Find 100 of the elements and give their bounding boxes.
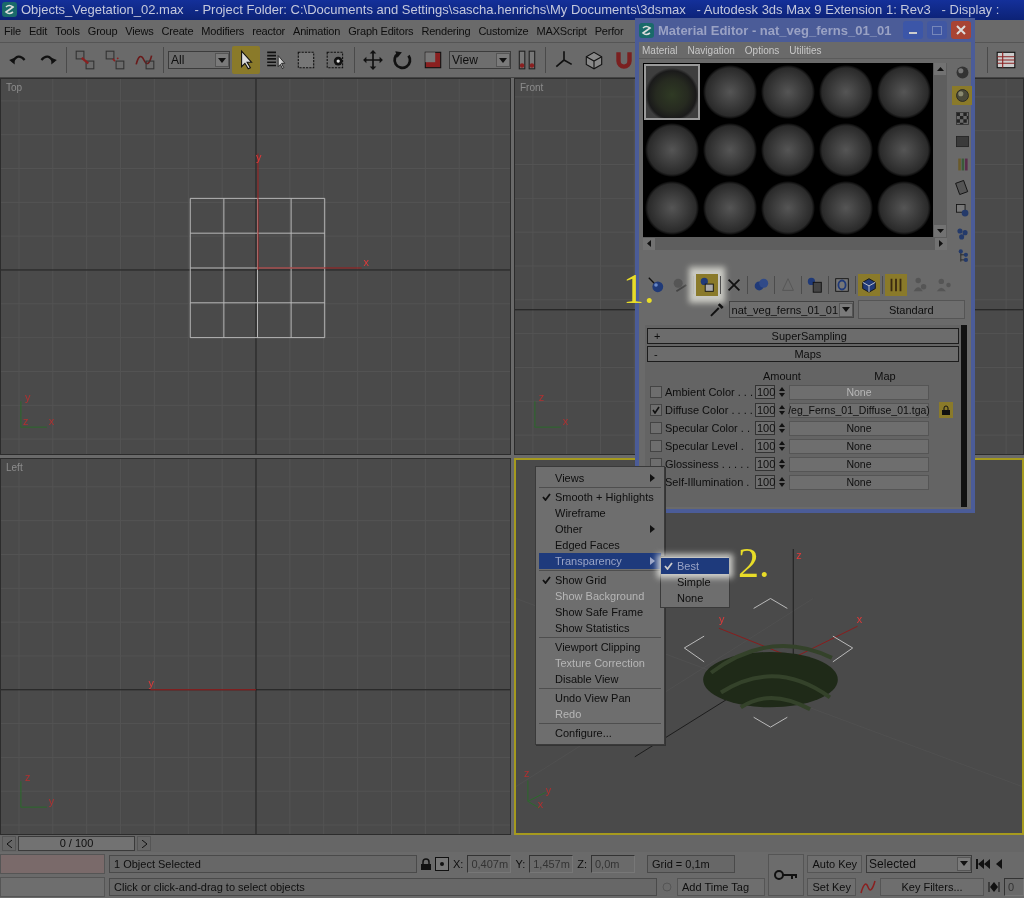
menu-item[interactable]: Configure... [539, 725, 661, 741]
plane-wireframe[interactable] [189, 198, 326, 339]
menu-item[interactable]: Views [539, 470, 661, 486]
menu-item[interactable]: Views [125, 24, 154, 37]
checker-cube-button[interactable] [858, 274, 880, 296]
menu-item[interactable]: Tools [55, 24, 80, 37]
menu-item[interactable]: File [4, 24, 21, 37]
menu-item[interactable]: Transparency [539, 553, 661, 569]
menu-item[interactable]: Other [539, 521, 661, 537]
menu-item[interactable]: Material [642, 44, 678, 56]
lock-icon[interactable] [421, 857, 431, 870]
coordinate-field[interactable]: 1,457m [529, 854, 574, 873]
key-mode-dropdown[interactable]: Selected [866, 854, 973, 873]
menu-item[interactable]: reactor [252, 24, 285, 37]
menu-item[interactable]: Perfor [594, 24, 624, 37]
previous-frame-icon[interactable] [994, 858, 1003, 869]
color-swatch[interactable] [0, 876, 105, 897]
vertical-scrollbar[interactable] [933, 63, 947, 237]
menu-item[interactable]: Smooth + Highlights [539, 489, 661, 505]
viewport-label[interactable]: Front [520, 82, 544, 94]
add-time-tag-button[interactable]: Add Time Tag [677, 877, 765, 896]
selection-status: 1 Object Selected [109, 854, 417, 873]
menu-item[interactable]: Options [744, 44, 780, 56]
rollout-header[interactable]: + SuperSampling [647, 328, 959, 344]
spinner-icon[interactable] [778, 475, 786, 489]
viewport[interactable]: y z y Left [0, 458, 511, 836]
key-filters-button[interactable]: Key Filters... [880, 877, 984, 896]
set-key-button[interactable]: Set Key [807, 877, 856, 896]
auto-key-button[interactable]: Auto Key [807, 854, 863, 873]
menu-item[interactable]: Create [161, 24, 194, 37]
spinner-icon[interactable] [778, 457, 786, 471]
menu-item[interactable]: Utilities [789, 44, 822, 56]
spinner-icon[interactable] [778, 421, 786, 435]
amount-field[interactable]: 100 [755, 457, 775, 471]
amount-field[interactable]: 100 [755, 439, 775, 453]
menu-item[interactable]: Group [87, 24, 118, 37]
checkbox[interactable] [650, 422, 662, 434]
spinner-icon[interactable] [778, 403, 786, 417]
menu-item[interactable]: Undo View Pan [539, 690, 661, 706]
eyedropper-icon[interactable] [709, 301, 725, 318]
material-name: nat_veg_ferns_01_01 [731, 303, 839, 316]
menu-item[interactable]: Navigation [687, 44, 735, 56]
menu-item[interactable]: None [661, 590, 729, 606]
dropdown[interactable]: View [449, 51, 511, 70]
menu-item[interactable]: Show Grid [539, 572, 661, 588]
material-name-field[interactable]: nat_veg_ferns_01_01 [728, 301, 854, 318]
scroll-right-button[interactable] [137, 836, 151, 852]
checkbox[interactable] [650, 404, 662, 416]
lock-button[interactable] [939, 402, 953, 418]
dropdown[interactable]: All [168, 51, 230, 70]
menu-item[interactable]: Animation [293, 24, 341, 37]
scroll-left-button[interactable] [2, 836, 16, 852]
go-to-start-icon[interactable] [976, 858, 991, 869]
amount-field[interactable]: 100 [755, 421, 775, 435]
menu-item[interactable]: Viewport Clipping [539, 639, 661, 655]
checkbox[interactable] [650, 440, 662, 452]
map-button[interactable]: /eg_Ferns_01_Diffuse_01.tga) [789, 402, 929, 418]
sphere-button[interactable] [952, 86, 972, 105]
menu-item[interactable]: Rendering [421, 24, 471, 37]
menu-item[interactable]: Customize [478, 24, 529, 37]
curve-icon[interactable] [860, 878, 876, 895]
close-button[interactable] [951, 21, 971, 39]
key-mode-icon[interactable] [988, 881, 1000, 892]
material-type-button[interactable]: Standard [857, 300, 965, 319]
sphere-box-button[interactable] [696, 274, 718, 296]
viewport-label[interactable]: Left [6, 462, 23, 474]
horizontal-scrollbar[interactable] [643, 237, 947, 250]
fern-model[interactable] [703, 644, 838, 712]
color-swatch[interactable] [0, 853, 105, 874]
minimize-button[interactable] [903, 21, 923, 39]
map-button[interactable]: None [789, 474, 929, 490]
sample-slot[interactable] [644, 64, 700, 120]
arrow-cursor-button[interactable] [232, 46, 260, 75]
map-button[interactable]: None [789, 456, 929, 472]
menu-item[interactable]: Edit [28, 24, 48, 37]
amount-field[interactable]: 100 [755, 403, 775, 417]
map-button[interactable]: None [789, 420, 929, 436]
vertical-bars-button[interactable] [885, 274, 907, 296]
map-button[interactable]: None [789, 438, 929, 454]
menu-item[interactable]: MAXScript [536, 24, 587, 37]
rollout-header[interactable]: - Maps [647, 346, 959, 362]
sphere-box-icon [953, 202, 971, 219]
menu-item[interactable]: Graph Editors [348, 24, 414, 37]
set-key-button[interactable] [768, 854, 805, 897]
menu-item[interactable]: Modifiers [201, 24, 245, 37]
menu-item[interactable]: Edged Faces [539, 537, 661, 553]
axis-label: z [538, 391, 545, 404]
spinner-icon[interactable] [778, 439, 786, 453]
menu-item[interactable]: Best [661, 558, 729, 574]
menu-item[interactable]: Show Statistics [539, 620, 661, 636]
amount-field[interactable]: 100 [755, 475, 775, 489]
rollout-toggle[interactable]: + [654, 330, 661, 342]
viewport[interactable]: y x y z x Top [0, 78, 511, 456]
viewport-label[interactable]: Top [6, 82, 23, 94]
menu-item[interactable]: Disable View [539, 671, 661, 687]
time-slider-thumb[interactable]: 0 / 100 [18, 836, 135, 852]
menu-item[interactable]: Show Safe Frame [539, 604, 661, 620]
menu-item[interactable]: Wireframe [539, 505, 661, 521]
spinner-icon[interactable] [778, 385, 786, 399]
menu-item[interactable]: Simple [661, 574, 729, 590]
